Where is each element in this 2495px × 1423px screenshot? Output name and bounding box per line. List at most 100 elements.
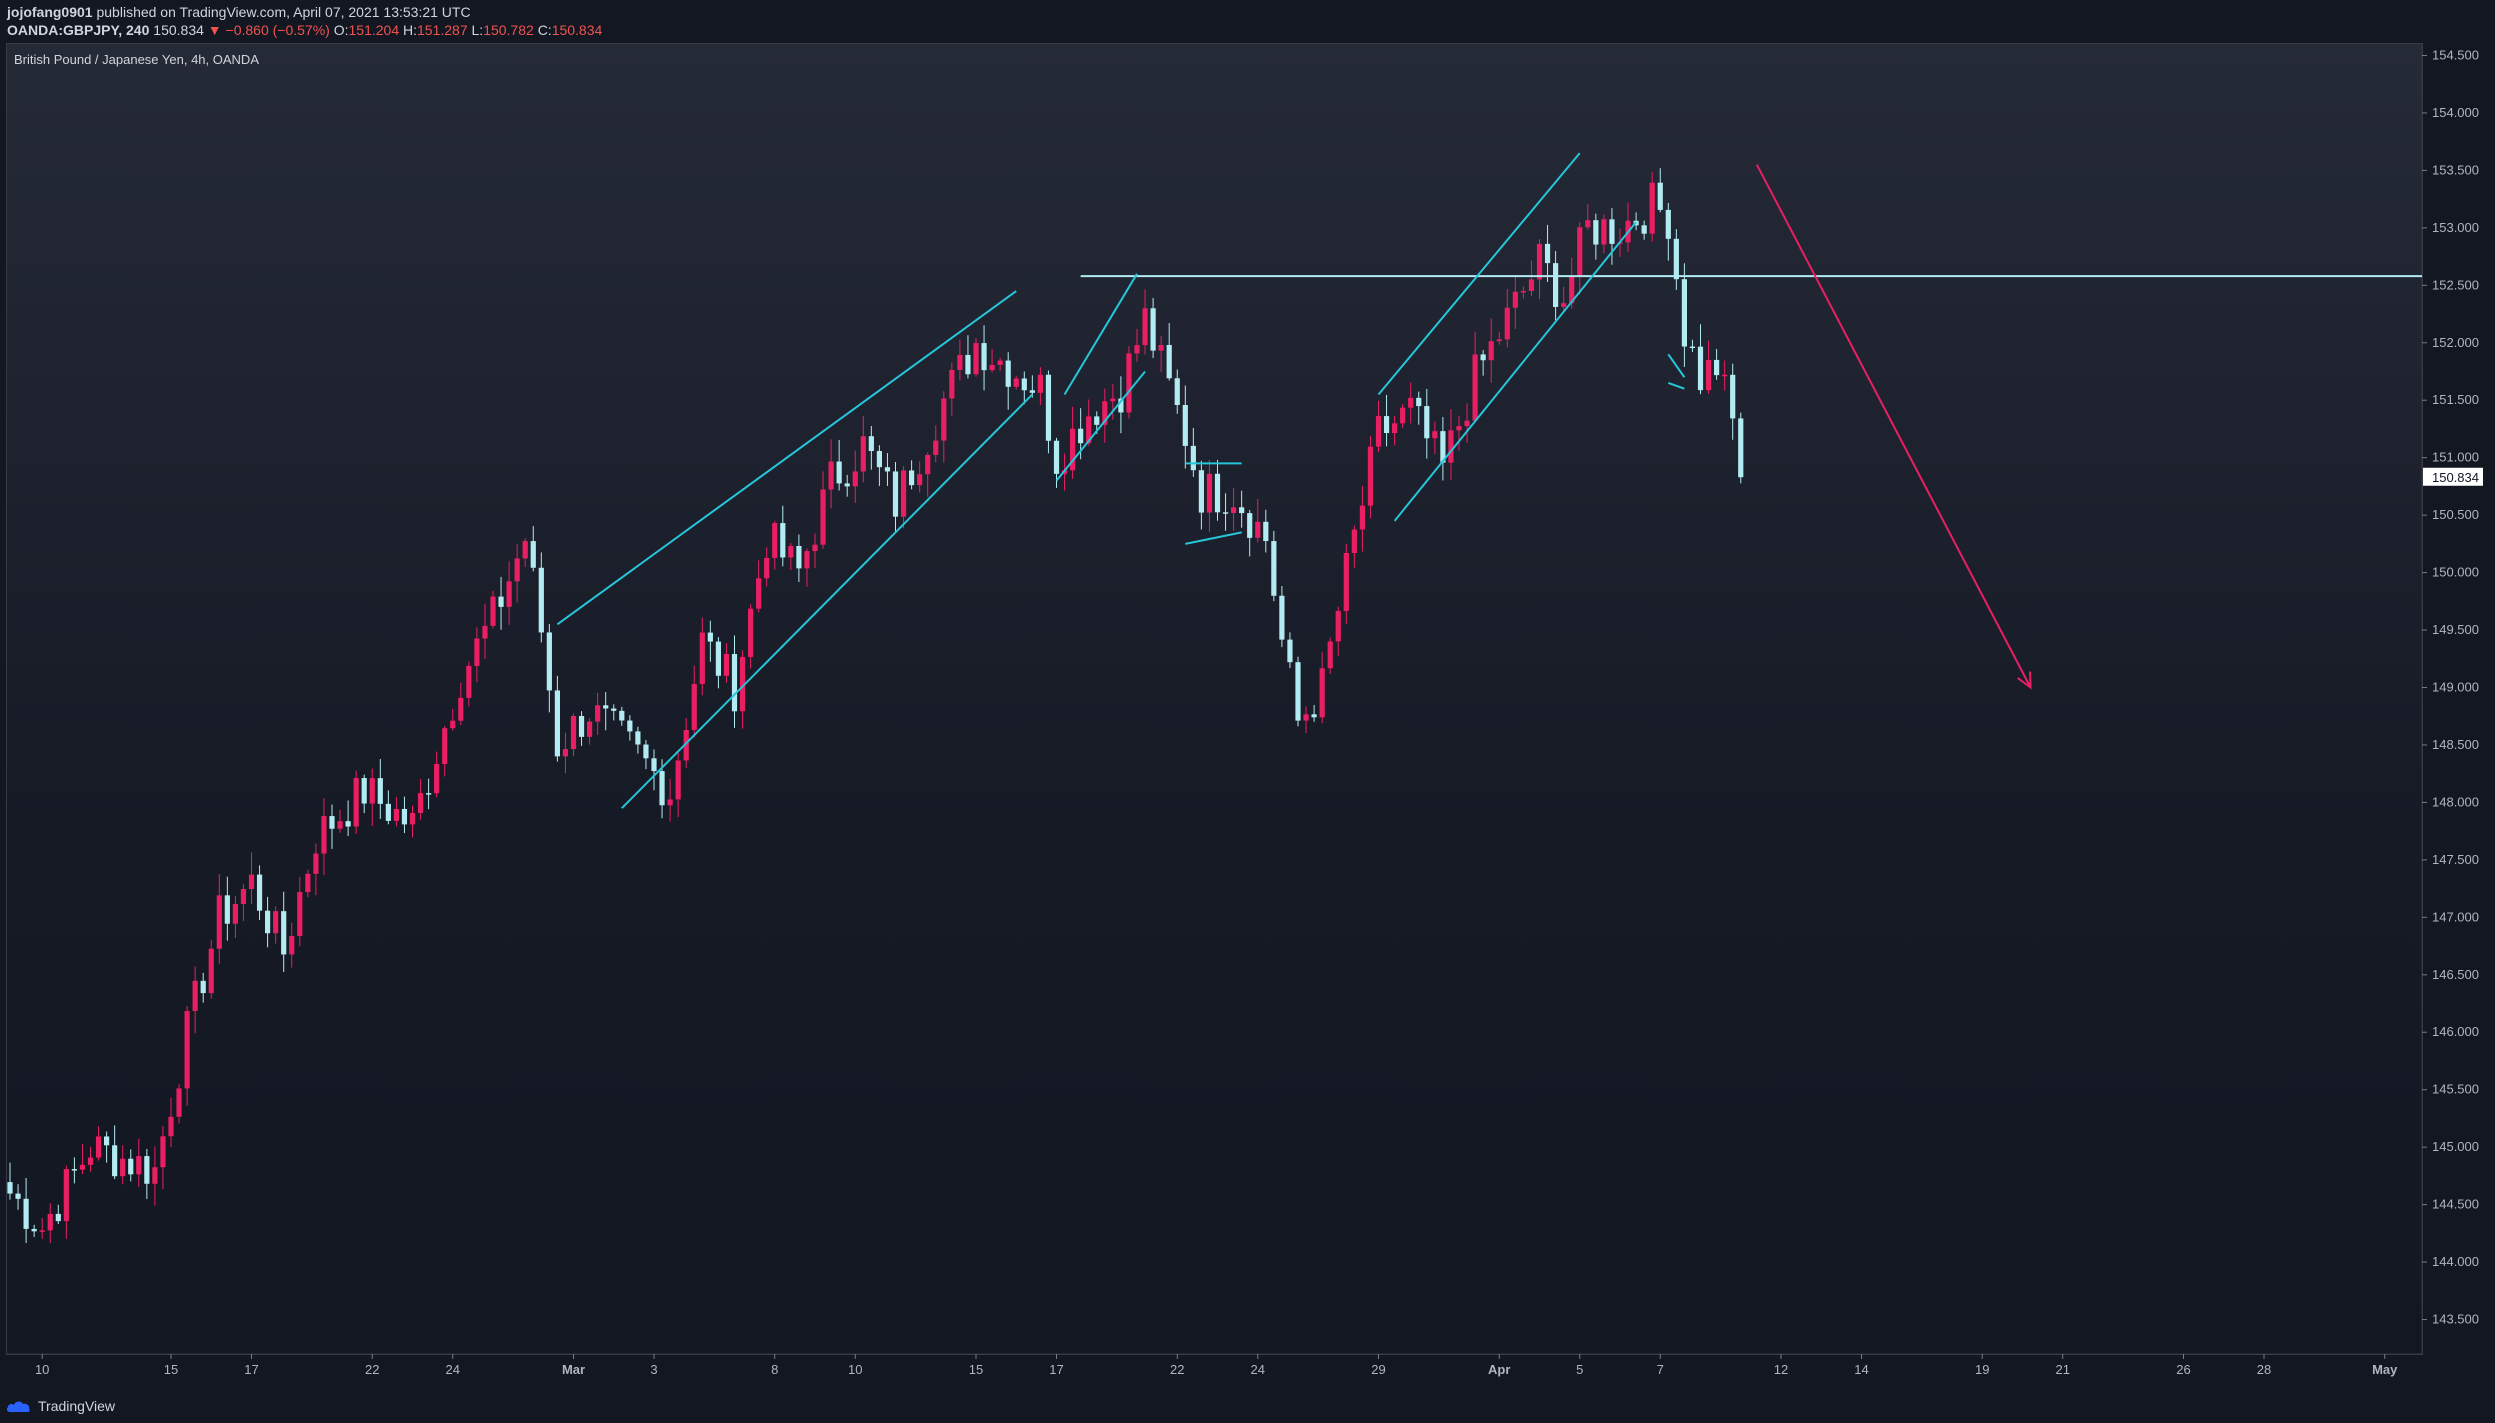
candle-up: [852, 471, 858, 487]
candle-down: [1673, 238, 1679, 280]
candle-down: [1311, 714, 1317, 718]
candle-up: [490, 596, 496, 626]
last-price-label: 150.834: [2432, 470, 2479, 485]
candle-down: [281, 911, 287, 955]
candle-down: [1544, 243, 1551, 264]
time-tick-label: 17: [1049, 1362, 1063, 1377]
candle-up: [1448, 430, 1454, 463]
candle-up: [1456, 426, 1462, 431]
candle-down: [715, 641, 721, 676]
candle-down: [1182, 405, 1188, 446]
candle-down: [498, 596, 504, 607]
candle-up: [87, 1157, 94, 1165]
candle-up: [699, 632, 705, 685]
channel-trendline: [1063, 273, 1138, 395]
tradingview-logo[interactable]: TradingView: [6, 1396, 115, 1416]
candle-down: [128, 1158, 134, 1175]
time-tick-label: 26: [2176, 1362, 2190, 1377]
candle-up: [1408, 397, 1414, 408]
candle-down: [892, 471, 899, 517]
candle-down: [1021, 378, 1027, 391]
time-tick-label: 28: [2257, 1362, 2271, 1377]
candle-down: [619, 710, 625, 721]
time-tick-label: Apr: [1488, 1362, 1510, 1377]
candle-up: [1134, 345, 1140, 354]
candle-down: [1424, 406, 1430, 439]
price-tick-label: 145.000: [2432, 1139, 2479, 1154]
candle-up: [240, 889, 247, 904]
candle-down: [1166, 344, 1172, 379]
candle-down: [659, 771, 665, 806]
price-tick-label: 151.000: [2432, 450, 2479, 465]
candle-up: [1561, 303, 1567, 307]
candle-down: [426, 793, 432, 795]
candle-down: [1665, 209, 1671, 239]
candle-up: [925, 454, 931, 475]
candle-up: [434, 764, 440, 794]
candle-up: [393, 808, 399, 821]
candle-up: [1351, 529, 1357, 553]
time-tick-label: Mar: [562, 1362, 585, 1377]
candle-up: [828, 461, 834, 490]
candle-up: [95, 1136, 102, 1158]
price-tick-label: 146.000: [2432, 1024, 2479, 1039]
price-chart[interactable]: 143.500 144.000 144.500 145.000 145.500 146.0…: [0, 0, 2495, 1390]
candle-down: [651, 758, 657, 772]
price-tick-label: 152.000: [2432, 335, 2479, 350]
candle-down: [1279, 595, 1285, 640]
candle-up: [1464, 420, 1470, 427]
candle-up: [997, 360, 1003, 365]
candle-up: [39, 1230, 45, 1232]
time-tick-label: 24: [1251, 1362, 1265, 1377]
candle-up: [860, 436, 866, 472]
candle-up: [47, 1213, 53, 1231]
candle-down: [836, 461, 842, 484]
candle-down: [530, 541, 536, 568]
channel-trendline: [1667, 382, 1685, 390]
candle-down: [643, 744, 649, 759]
candle-up: [595, 705, 601, 722]
candle-down: [1641, 225, 1647, 234]
candle-up: [522, 541, 528, 559]
candle-down: [31, 1228, 37, 1232]
candle-up: [772, 523, 778, 558]
candle-down: [55, 1213, 61, 1222]
candle-up: [756, 578, 762, 609]
candle-up: [273, 911, 279, 934]
candle-down: [965, 354, 971, 375]
candle-down: [1681, 279, 1687, 347]
candle-up: [442, 728, 448, 765]
candle-down: [1714, 359, 1720, 376]
candle-up: [1512, 291, 1518, 308]
time-tick-label: 10: [848, 1362, 862, 1377]
candle-down: [1045, 374, 1052, 441]
time-tick-label: 14: [1854, 1362, 1868, 1377]
candle-down: [144, 1156, 150, 1184]
price-tick-label: 151.500: [2432, 392, 2479, 407]
price-tick-label: 153.500: [2432, 162, 2479, 177]
candle-down: [1416, 397, 1422, 407]
channel-trendline: [1185, 531, 1242, 545]
candle-up: [812, 544, 818, 552]
candle-down: [112, 1145, 118, 1177]
candle-up: [232, 903, 238, 924]
candle-up: [1126, 353, 1132, 413]
candle-up: [313, 853, 319, 874]
candle-up: [1206, 473, 1213, 513]
candle-up: [691, 684, 697, 730]
time-tick-label: 7: [1657, 1362, 1664, 1377]
candle-up: [1649, 182, 1655, 234]
candle-up: [957, 354, 963, 370]
candle-down: [1287, 639, 1293, 663]
candle-up: [450, 720, 456, 729]
candle-down: [1609, 219, 1615, 244]
candle-up: [1400, 407, 1406, 424]
candle-up: [120, 1158, 126, 1177]
candle-down: [546, 632, 552, 691]
candle-down: [731, 653, 738, 712]
candle-down: [707, 632, 713, 642]
footer-bar: TradingView: [0, 1390, 2495, 1423]
candle-up: [788, 546, 794, 558]
candle-down: [1553, 263, 1559, 307]
candle-up: [1367, 446, 1374, 506]
